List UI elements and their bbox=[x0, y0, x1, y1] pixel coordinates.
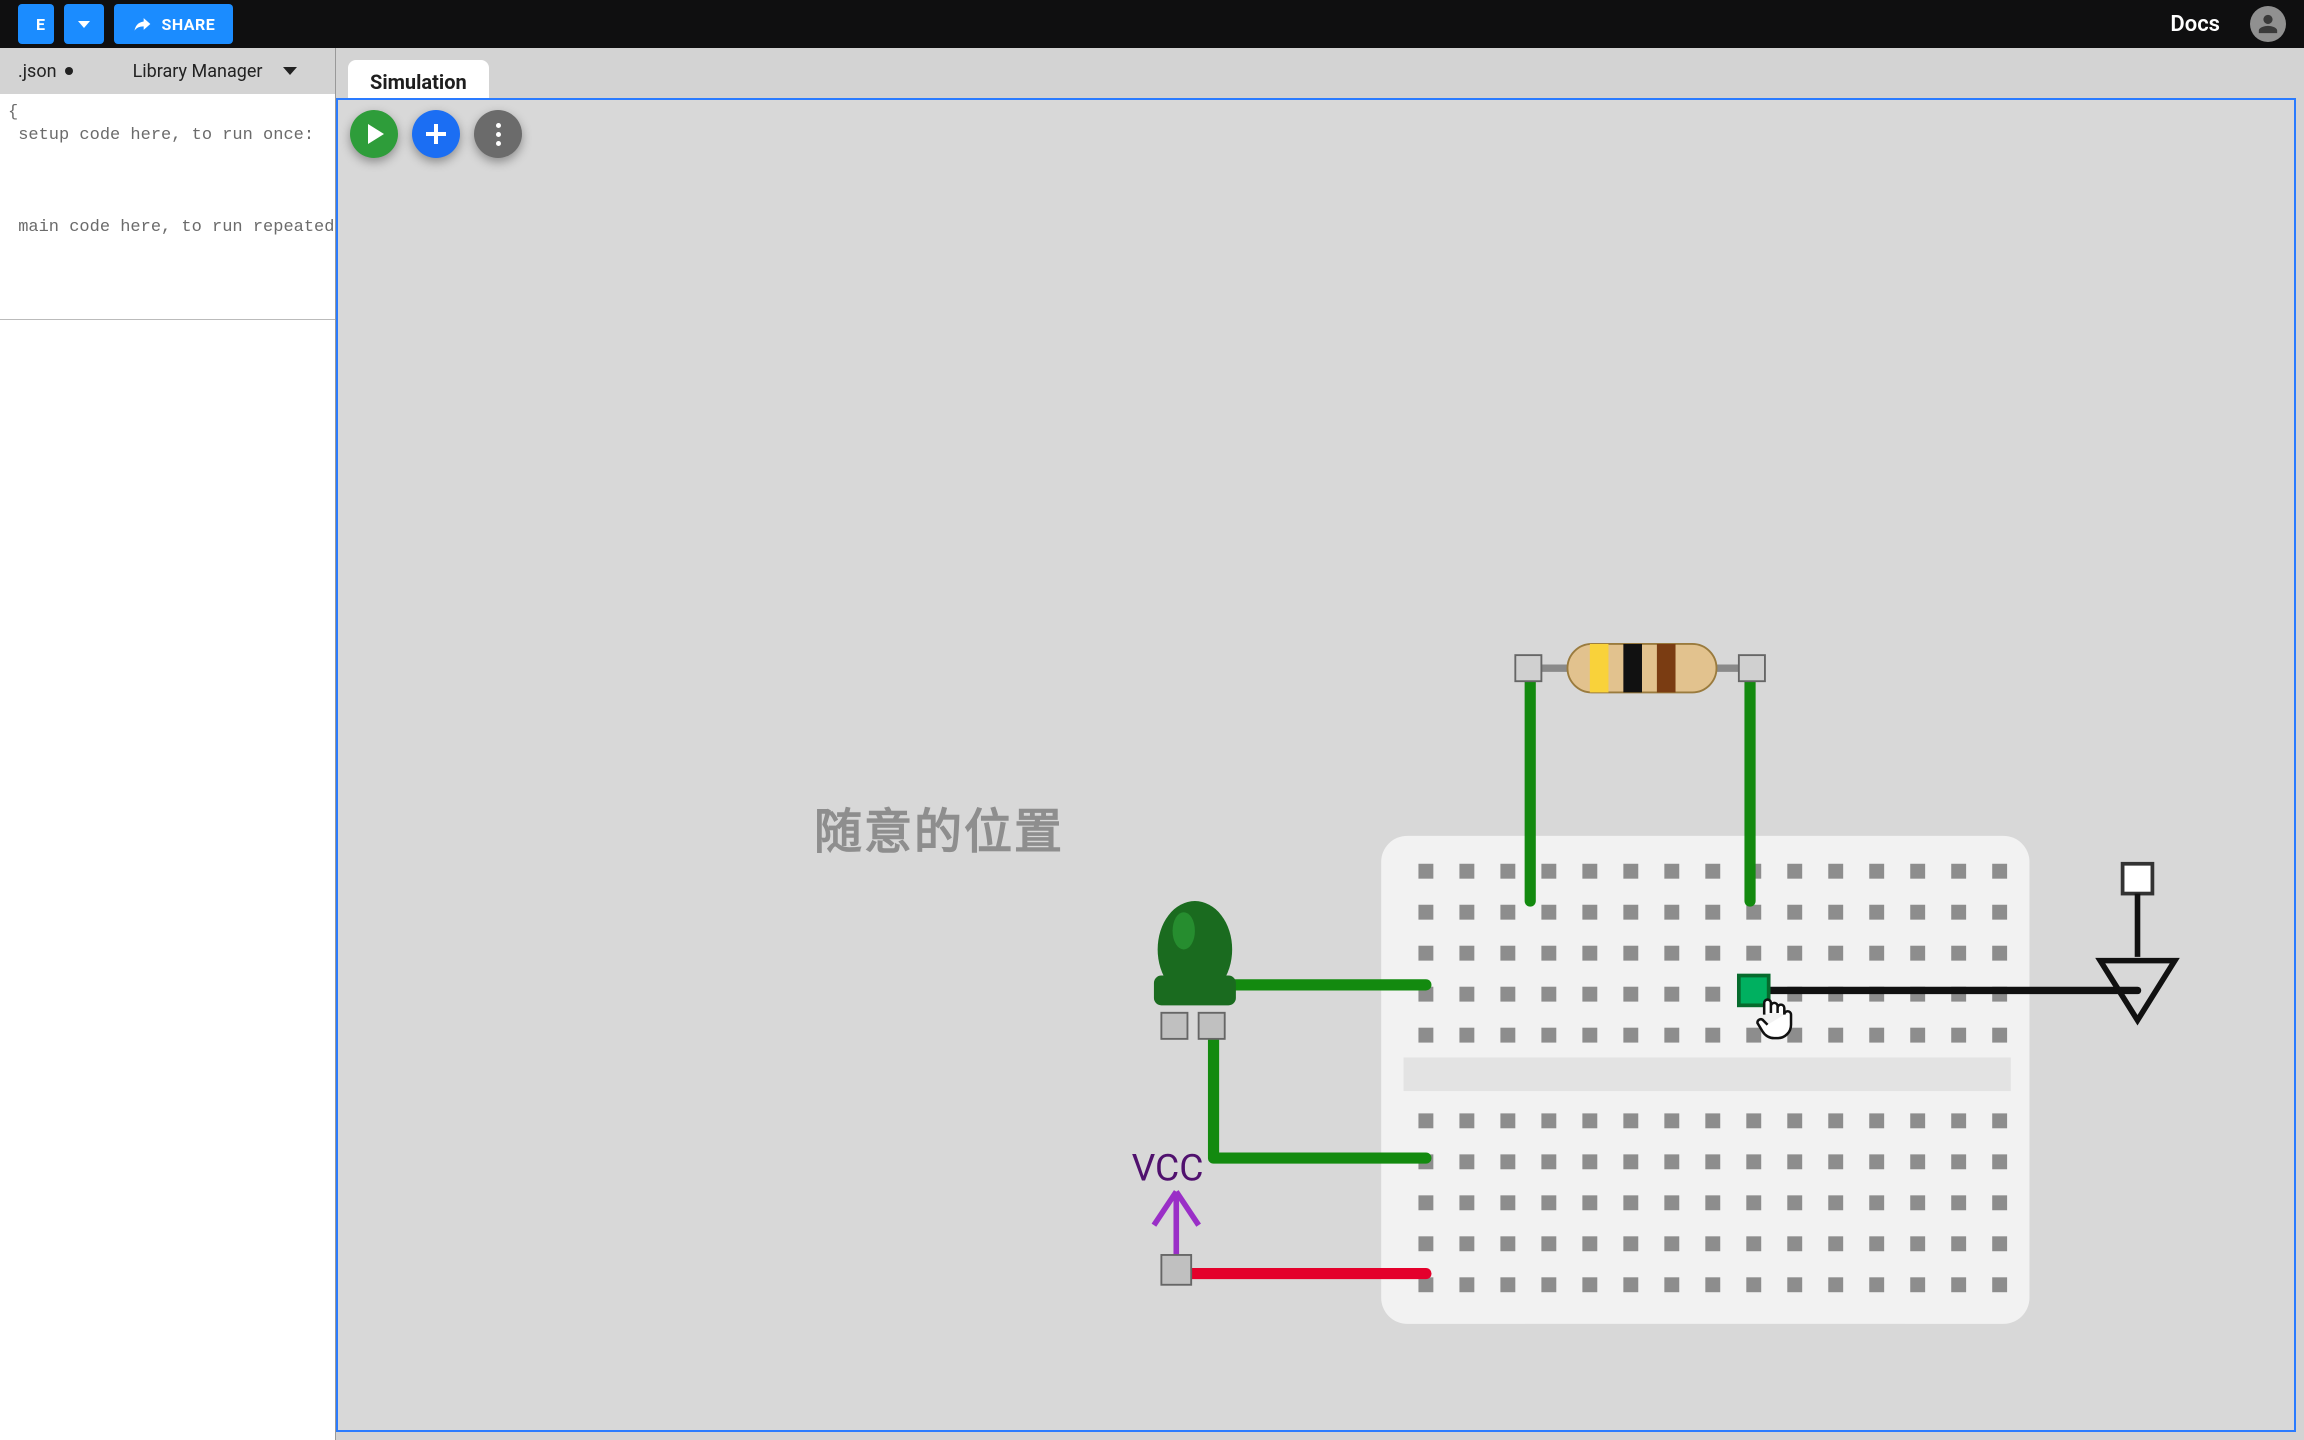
topbar: E SHARE Docs bbox=[0, 0, 2304, 48]
tab-library-label: Library Manager bbox=[133, 61, 263, 82]
ground-symbol[interactable] bbox=[2100, 864, 2175, 1020]
tab-json-file[interactable]: .json bbox=[0, 48, 91, 94]
vcc-label: VCC bbox=[1132, 1146, 1204, 1190]
primary-menu-dropdown[interactable] bbox=[64, 4, 104, 44]
tab-library-manager[interactable]: Library Manager bbox=[115, 48, 315, 94]
simulation-panel: Simulation bbox=[336, 48, 2304, 1440]
overlay-caption: 随意的位置 bbox=[814, 792, 1064, 862]
simulation-canvas[interactable]: VCC 随意的位置 bbox=[336, 98, 2296, 1432]
share-button[interactable]: SHARE bbox=[114, 4, 234, 44]
unsaved-dot-icon bbox=[65, 67, 73, 75]
led[interactable] bbox=[1154, 901, 1236, 1039]
chevron-down-icon bbox=[78, 21, 90, 28]
main-split: .json Library Manager { setup code here,… bbox=[0, 48, 2304, 1440]
topbar-right: Docs bbox=[2170, 6, 2286, 42]
code-comment-2: main code here, to run repeatedly: bbox=[8, 218, 365, 237]
canvas-controls bbox=[350, 110, 522, 158]
person-icon bbox=[2257, 13, 2279, 35]
canvas-menu-button[interactable] bbox=[474, 110, 522, 158]
editor-panel: .json Library Manager { setup code here,… bbox=[0, 48, 336, 1440]
run-button[interactable] bbox=[350, 110, 398, 158]
menu-arrow-icon bbox=[283, 67, 297, 75]
resistor[interactable] bbox=[1515, 644, 1765, 692]
share-label: SHARE bbox=[162, 15, 216, 34]
add-component-button[interactable] bbox=[412, 110, 460, 158]
avatar[interactable] bbox=[2250, 6, 2286, 42]
vcc-symbol[interactable]: VCC bbox=[1132, 1146, 1204, 1284]
code-brace: { bbox=[8, 103, 18, 122]
code-comment-1: setup code here, to run once: bbox=[8, 126, 314, 145]
scene-svg: VCC bbox=[338, 100, 2294, 1440]
primary-menu-label: E bbox=[36, 15, 46, 34]
share-icon bbox=[132, 14, 152, 34]
code-editor[interactable]: { setup code here, to run once: main cod… bbox=[0, 94, 335, 320]
tab-simulation-label: Simulation bbox=[370, 70, 467, 94]
tab-json-label: .json bbox=[18, 61, 57, 82]
docs-link[interactable]: Docs bbox=[2170, 12, 2220, 37]
breadboard[interactable] bbox=[1381, 836, 2029, 1324]
plus-icon bbox=[426, 124, 446, 144]
kebab-icon bbox=[496, 123, 501, 146]
play-icon bbox=[368, 124, 384, 144]
topbar-left: E SHARE bbox=[18, 4, 233, 44]
primary-menu-button[interactable]: E bbox=[18, 4, 54, 44]
editor-tabs: .json Library Manager bbox=[0, 48, 335, 94]
